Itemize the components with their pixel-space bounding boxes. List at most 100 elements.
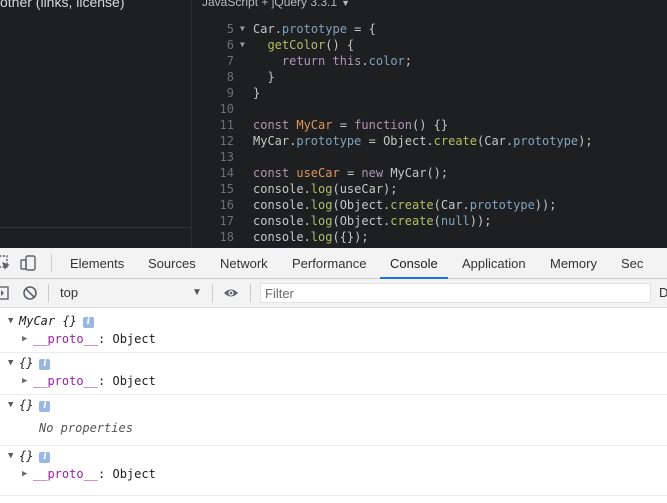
- info-icon[interactable]: i: [82, 317, 94, 328]
- code-token: (Object.: [332, 198, 391, 212]
- property-value: : Object: [98, 374, 156, 388]
- code-token: prototype: [469, 198, 535, 212]
- tab-network[interactable]: Network: [220, 248, 268, 278]
- code-editor[interactable]: JavaScript + jQuery 3.3.1 ▼ 5 ▼ Car.prototy…: [192, 0, 667, 248]
- device-toolbar-icon[interactable]: [20, 255, 36, 271]
- code-token: getColor: [267, 38, 326, 52]
- line-number: 17: [219, 214, 234, 228]
- code-token: console.: [253, 182, 311, 196]
- console-output: ▼ MyCar {} i ▶ __proto__: Object ▼{} i ▶ __proto…: [0, 308, 667, 503]
- proto-row[interactable]: ▶ __proto__: Object: [0, 465, 667, 483]
- log-levels-dropdown[interactable]: D: [659, 285, 667, 300]
- no-properties-label: No properties: [39, 421, 133, 435]
- no-properties-row: No properties: [0, 419, 667, 437]
- object-preview-text: {}: [19, 449, 34, 463]
- expand-arrow-icon[interactable]: ▼: [8, 447, 13, 465]
- panel-link-other[interactable]: other (links, license): [0, 0, 125, 10]
- info-icon[interactable]: i: [39, 401, 51, 412]
- code-token: Car: [253, 22, 275, 36]
- framework-selector[interactable]: JavaScript + jQuery 3.3.1 ▼: [202, 0, 350, 9]
- code-text: }: [253, 85, 260, 101]
- property-value: : Object: [98, 332, 156, 346]
- code-token: );: [578, 134, 593, 148]
- code-token: create: [390, 198, 434, 212]
- expand-arrow-icon[interactable]: ▼: [8, 312, 13, 330]
- tab-console[interactable]: Console: [380, 248, 448, 279]
- code-token: ;: [404, 54, 412, 68]
- code-token: return: [281, 54, 326, 68]
- code-token: const: [253, 166, 290, 180]
- sidebar-toggle-icon[interactable]: [0, 285, 9, 301]
- tab-sec[interactable]: Sec: [621, 248, 643, 278]
- info-icon[interactable]: i: [39, 359, 51, 370]
- context-selector-value[interactable]: top: [60, 285, 78, 300]
- inspect-element-icon[interactable]: [0, 255, 11, 271]
- console-toolbar: top ▼ D: [0, 279, 667, 308]
- code-text: console.log(useCar);: [253, 181, 398, 197]
- code-token: this: [332, 54, 362, 68]
- proto-row[interactable]: ▶ __proto__: Object: [0, 330, 667, 348]
- proto-property: __proto__: Object: [33, 330, 156, 348]
- tab-memory[interactable]: Memory: [550, 248, 597, 278]
- object-header[interactable]: ▼ {} i: [0, 354, 667, 372]
- tab-performance[interactable]: Performance: [292, 248, 366, 278]
- proto-row[interactable]: ▶ __proto__: Object: [0, 372, 667, 390]
- code-token: prototype: [296, 134, 362, 148]
- code-token: = Object.: [361, 134, 434, 148]
- code-token: log: [310, 230, 333, 244]
- toolbar-divider: [250, 284, 251, 302]
- line-number: 13: [219, 150, 234, 164]
- property-value: : Object: [98, 467, 156, 481]
- code-token: MyCar: [296, 118, 333, 132]
- tab-application[interactable]: Application: [462, 248, 526, 278]
- line-number: 5: [226, 22, 234, 36]
- fold-arrow-icon[interactable]: ▼: [240, 21, 250, 37]
- line-number: 14: [219, 166, 234, 180]
- line-number: 12: [219, 134, 234, 148]
- object-preview-text: {}: [19, 356, 34, 370]
- expand-arrow-icon[interactable]: ▶: [22, 465, 27, 483]
- code-token: create: [390, 214, 434, 228]
- object-header[interactable]: ▼ MyCar {} i: [0, 312, 667, 330]
- live-expression-eye-icon[interactable]: [223, 285, 239, 301]
- framework-label: JavaScript + jQuery 3.3.1: [202, 0, 338, 9]
- clear-console-icon[interactable]: [22, 285, 38, 301]
- proto-property: __proto__: Object: [33, 465, 156, 483]
- expand-arrow-icon[interactable]: ▼: [8, 354, 13, 372]
- console-message: ▼ MyCar {} i ▶ __proto__: Object: [0, 312, 667, 353]
- object-preview-text: MyCar {}: [19, 314, 77, 328]
- expand-arrow-icon[interactable]: ▶: [22, 330, 27, 348]
- code-token: color: [368, 54, 405, 68]
- code-text: const useCar = new MyCar();: [253, 165, 448, 181]
- object-header[interactable]: ▼ {} i: [0, 396, 667, 414]
- code-token: ));: [469, 214, 492, 228]
- code-token: log: [310, 214, 333, 228]
- toolbar-divider: [48, 284, 49, 302]
- code-token: }: [253, 86, 261, 100]
- code-token: ({});: [332, 230, 369, 244]
- code-token: () {}: [411, 118, 449, 132]
- context-dropdown-icon[interactable]: ▼: [192, 287, 202, 298]
- expand-arrow-icon[interactable]: ▼: [8, 396, 13, 414]
- proto-property: __proto__: Object: [33, 372, 156, 390]
- console-filter-input[interactable]: [260, 283, 651, 303]
- code-token: console.: [253, 214, 311, 228]
- code-token: =: [339, 166, 362, 180]
- code-token: useCar: [296, 166, 340, 180]
- tab-elements[interactable]: Elements: [70, 248, 124, 278]
- code-token: function: [354, 118, 412, 132]
- code-text: const MyCar = function() {}: [253, 117, 448, 133]
- expand-arrow-icon[interactable]: ▶: [22, 372, 27, 390]
- left-panel: other (links, license): [0, 0, 192, 248]
- code-token: () {: [325, 38, 355, 52]
- code-text: MyCar.prototype = Object.create(Car.prot…: [253, 133, 593, 149]
- line-number: 16: [219, 198, 234, 212]
- object-header[interactable]: ▼ {} i: [0, 447, 667, 465]
- fold-arrow-icon[interactable]: ▼: [240, 37, 250, 53]
- panel-divider: [0, 227, 191, 228]
- tab-sources[interactable]: Sources: [148, 248, 196, 278]
- code-token: create: [433, 134, 477, 148]
- info-icon[interactable]: i: [39, 452, 51, 463]
